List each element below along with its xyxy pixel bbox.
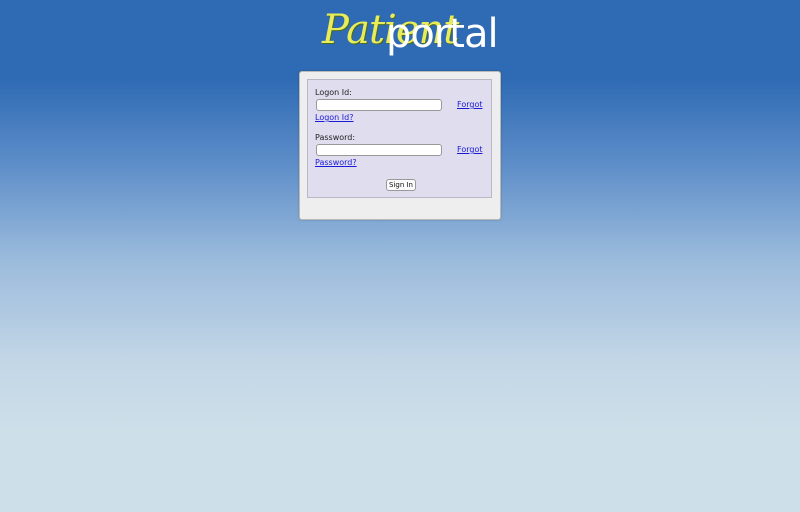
logo-portal-text: portal: [386, 11, 499, 57]
password-label: Password:: [315, 133, 356, 142]
sign-in-button[interactable]: Sign In: [386, 179, 416, 191]
forgot-logon-id-link-2[interactable]: Logon Id?: [315, 113, 353, 123]
logon-id-input[interactable]: [316, 99, 442, 111]
forgot-logon-id-link[interactable]: Forgot: [457, 100, 482, 110]
logon-id-label: Logon Id:: [315, 88, 352, 97]
forgot-password-link[interactable]: Forgot: [457, 145, 482, 155]
password-input[interactable]: [316, 144, 442, 156]
login-box: Logon Id: Forgot Logon Id? Password: For…: [299, 71, 501, 220]
forgot-password-link-2[interactable]: Password?: [315, 158, 357, 168]
login-form: Logon Id: Forgot Logon Id? Password: For…: [307, 79, 492, 198]
patient-portal-logo: Patient portal: [318, 6, 499, 62]
